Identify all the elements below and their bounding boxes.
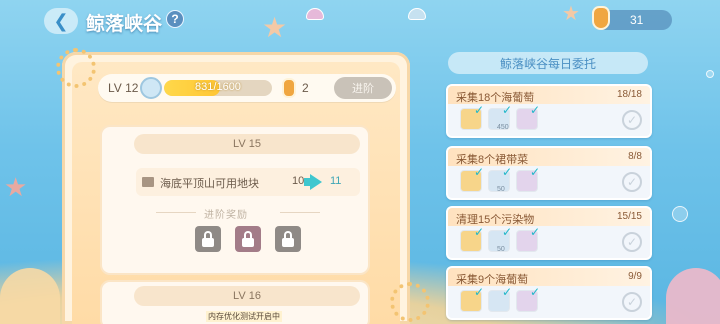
check-icon: ✓	[529, 225, 540, 239]
bubble-icon	[706, 70, 714, 78]
check-circle-icon[interactable]: ✓	[622, 172, 642, 192]
reward-label: 进阶奖励	[204, 210, 248, 221]
reward-item-icon: ✓ 50	[488, 225, 512, 253]
task-card[interactable]: 采集8个裙带菜 8/8 ✓ ✓ ✓ 50 ✓	[446, 146, 652, 200]
check-icon: ✓	[529, 103, 540, 117]
check-icon: ✓	[501, 285, 512, 299]
task-count: 18/18	[616, 89, 642, 100]
task-card[interactable]: 清理15个污染物 15/15 ✓ ✓ ✓ 50 ✓	[446, 206, 652, 260]
rope-decoration	[56, 48, 96, 88]
reward-item-icon: ✓	[460, 225, 484, 252]
check-icon: ✓	[473, 165, 484, 179]
page-title: 鲸落峡谷	[86, 14, 163, 35]
level-label: LV 12	[108, 81, 139, 95]
check-circle-icon[interactable]: ✓	[622, 232, 642, 252]
reward-item-icon: ✓	[516, 103, 540, 130]
shell-icon	[306, 8, 324, 20]
advance-button[interactable]: 进阶	[334, 77, 392, 99]
reward-item-amount: 50	[497, 186, 505, 193]
task-title: 采集18个海葡萄	[456, 92, 535, 104]
task-count: 8/8	[628, 151, 642, 162]
task-title: 采集8个裙带菜	[456, 154, 529, 166]
coral-decoration	[666, 268, 720, 324]
chevron-left-icon: ❮	[53, 10, 69, 31]
upgrade-row: 海底平顶山可用地块 10 11	[136, 168, 360, 196]
shell-icon	[140, 77, 162, 99]
reward-item-icon: ✓	[516, 225, 540, 252]
currency-value: 31	[630, 13, 644, 27]
task-card[interactable]: 采集18个海葡萄 18/18 ✓ ✓ ✓ 450 ✓	[446, 84, 652, 138]
check-icon: ✓	[473, 225, 484, 239]
divider	[280, 212, 320, 213]
task-title: 清理15个污染物	[456, 214, 535, 226]
check-icon: ✓	[501, 225, 512, 239]
daily-tasks-header: 鲸落峡谷每日委托	[448, 52, 648, 74]
token-count: 2	[302, 81, 309, 95]
check-icon: ✓	[473, 103, 484, 117]
experience-progress-text: 831/1600	[195, 81, 241, 93]
reward-item-icon: ✓	[488, 285, 512, 312]
lock-icon	[242, 230, 254, 247]
task-title: 采集9个海葡萄	[456, 274, 529, 286]
starfish-icon: ★	[4, 172, 28, 202]
upgrade-row-label: 海底平顶山可用地块	[160, 178, 259, 190]
coral-decoration	[0, 268, 60, 324]
lock-icon	[282, 230, 294, 247]
next-level-label: LV 16	[134, 286, 360, 306]
help-button[interactable]: ?	[166, 10, 184, 28]
bubble-icon	[672, 206, 688, 222]
reward-slot-locked[interactable]	[275, 226, 301, 252]
debug-notice: 内存优化测试开启中	[206, 311, 282, 322]
check-icon: ✓	[501, 165, 512, 179]
reward-item-icon: ✓	[516, 285, 540, 312]
reward-slot-locked[interactable]	[235, 226, 261, 252]
back-button[interactable]: ❮	[44, 8, 78, 34]
reward-item-icon: ✓ 50	[488, 165, 512, 193]
seahorse-icon	[282, 78, 296, 98]
shell-icon	[408, 8, 426, 20]
plot-icon	[142, 177, 154, 187]
check-icon: ✓	[473, 285, 484, 299]
check-icon: ✓	[529, 165, 540, 179]
divider	[156, 212, 196, 213]
arrow-right-icon	[310, 174, 322, 190]
question-icon: ?	[171, 12, 179, 26]
reward-item-amount: 50	[497, 246, 505, 253]
experience-progress: 831/1600	[164, 80, 272, 96]
check-circle-icon[interactable]: ✓	[622, 110, 642, 130]
lock-icon	[202, 230, 214, 247]
check-icon: ✓	[529, 285, 540, 299]
starfish-icon: ★	[562, 3, 580, 25]
reward-item-icon: ✓	[460, 103, 484, 130]
upgrade-to-value: 11	[330, 175, 342, 187]
level-bar: LV 12 831/1600 2 进阶	[98, 74, 396, 102]
check-circle-icon[interactable]: ✓	[622, 292, 642, 312]
check-icon: ✓	[501, 103, 512, 117]
reward-item-icon: ✓	[460, 285, 484, 312]
reward-item-amount: 450	[497, 124, 509, 131]
starfish-icon: ★	[262, 12, 288, 43]
reward-item-icon: ✓ 450	[488, 103, 512, 131]
reward-item-icon: ✓	[460, 165, 484, 192]
upgrade-from-value: 10	[292, 175, 305, 187]
reward-item-icon: ✓	[516, 165, 540, 192]
task-count: 9/9	[628, 271, 642, 282]
reward-slot-locked[interactable]	[195, 226, 221, 252]
rope-decoration	[390, 282, 430, 322]
task-count: 15/15	[616, 211, 642, 222]
upgrade-card-level: LV 15	[134, 134, 360, 154]
task-card[interactable]: 采集9个海葡萄 9/9 ✓ ✓ ✓ ✓	[446, 266, 652, 320]
seahorse-icon	[592, 6, 610, 30]
